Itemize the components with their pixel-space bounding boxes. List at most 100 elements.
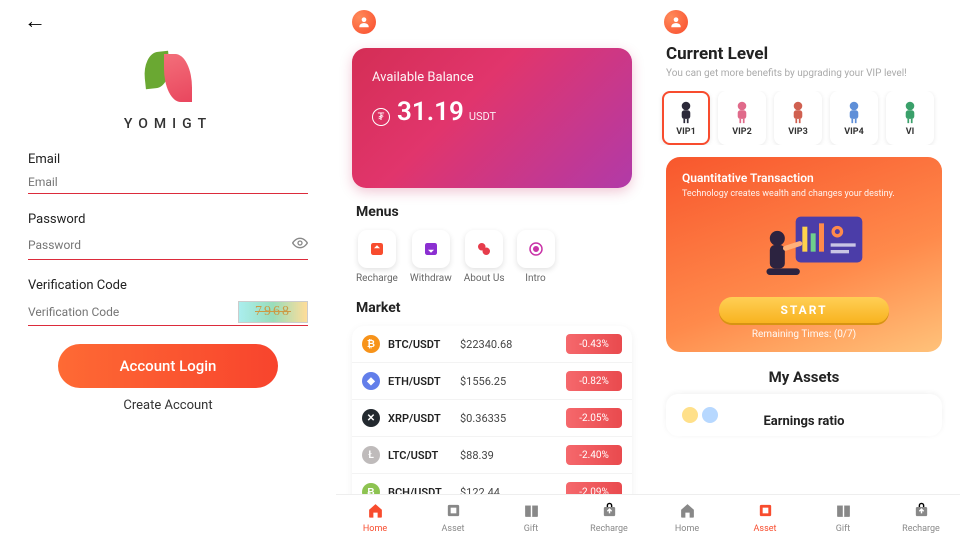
market-heading: Market [356,300,628,316]
vip-label: VIP3 [788,127,807,137]
vip-card-4[interactable]: VIP4 [830,91,878,145]
create-account-link[interactable]: Create Account [28,398,308,413]
nav-recharge[interactable]: Recharge [882,495,960,540]
code-label: Verification Code [28,278,308,293]
market-row-eth[interactable]: ◆ ETH/USDT$1556.25-0.82% [352,363,632,400]
market-pair: ETH/USDT [388,375,460,388]
screen-asset: Current Level You can get more benefits … [648,0,960,540]
nav-asset[interactable]: Asset [414,495,492,540]
email-label: Email [28,152,308,167]
about-us-icon [465,230,503,268]
logo-block: YOMIGT [0,50,336,132]
asset-icon [757,502,774,523]
market-change: -0.43% [566,334,622,354]
vip-card-2[interactable]: VIP2 [718,91,766,145]
start-button[interactable]: START [719,297,889,323]
menus-heading: Menus [356,204,628,220]
nav-label: Home [675,524,699,534]
password-input[interactable] [28,238,292,252]
nav-label: Recharge [902,524,940,534]
home-icon [367,502,384,523]
nav-home[interactable]: Home [648,495,726,540]
balance-amount: 31.19 [397,97,464,127]
robot-icon [899,100,921,124]
robot-icon [843,100,865,124]
password-label: Password [28,212,308,227]
gift-icon [523,502,540,523]
nav-gift[interactable]: Gift [804,495,882,540]
robot-icon [675,100,697,124]
market-change: -2.40% [566,445,622,465]
vip-label: VIP1 [676,127,695,137]
market-row-btc[interactable]: ₿BTC/USDT$22340.68-0.43% [352,326,632,363]
earnings-ratio-card[interactable]: Earnings ratio [666,394,942,436]
intro-icon [517,230,555,268]
market-pair: LTC/USDT [388,449,460,462]
menu-withdraw[interactable]: Withdraw [410,230,452,284]
market-price: $0.36335 [460,412,566,425]
balance-card: Available Balance ₮ 31.19 USDT [352,48,632,188]
brand-name: YOMIGT [124,116,212,132]
nav-label: Asset [754,524,777,534]
menu-label: Withdraw [410,273,452,284]
current-level-subtitle: You can get more benefits by upgrading y… [666,68,942,79]
vip-card-1[interactable]: VIP1 [662,91,710,145]
vip-label: VI [906,127,915,137]
login-button[interactable]: Account Login [58,344,278,388]
vip-label: VIP2 [732,127,751,137]
balance-unit: USDT [469,110,496,123]
quant-illustration-icon [682,207,926,293]
market-change: -0.82% [566,371,622,391]
nav-label: Home [363,524,387,534]
menu-about-us[interactable]: About Us [464,230,505,284]
market-price: $88.39 [460,449,566,462]
nav-asset[interactable]: Asset [726,495,804,540]
yomigt-logo-icon [142,50,194,108]
coin-icon: ₿ [362,335,380,353]
vip-card-3[interactable]: VIP3 [774,91,822,145]
market-pair: XRP/USDT [388,412,460,425]
nav-recharge[interactable]: Recharge [570,495,648,540]
email-input[interactable] [28,175,308,189]
vip-label: VIP4 [844,127,863,137]
asset-icon [445,502,462,523]
robot-icon [787,100,809,124]
profile-avatar-icon[interactable] [352,10,376,34]
market-price: $22340.68 [460,338,566,351]
market-row-xrp[interactable]: ✕XRP/USDT$0.36335-2.05% [352,400,632,437]
recharge-icon [913,502,930,523]
nav-gift[interactable]: Gift [492,495,570,540]
captcha-image[interactable]: 7968 [238,301,308,323]
menu-label: Recharge [356,273,398,284]
earnings-ratio-title: Earnings ratio [763,414,844,429]
menu-recharge[interactable]: Recharge [356,230,398,284]
recharge-icon [601,502,618,523]
withdraw-icon [412,230,450,268]
remaining-times: Remaining Times: (0/7) [682,329,926,340]
nav-home[interactable]: Home [336,495,414,540]
market-row-ltc[interactable]: Ł LTC/USDT$88.39-2.40% [352,437,632,474]
nav-label: Gift [524,524,538,534]
nav-label: Gift [836,524,850,534]
recharge-icon [358,230,396,268]
tether-icon: ₮ [372,108,390,126]
profile-avatar-icon[interactable] [664,10,688,34]
quant-title: Quantitative Transaction [682,171,926,185]
menu-intro[interactable]: Intro [517,230,555,284]
menu-label: Intro [525,273,546,284]
gift-icon [835,502,852,523]
current-level-title: Current Level [666,44,942,64]
coin-icon: Ł [362,446,380,464]
screen-home: Available Balance ₮ 31.19 USDT Menus Rec… [336,0,648,540]
nav-label: Asset [442,524,465,534]
market-price: $1556.25 [460,375,566,388]
screen-login: ← YOMIGT Email Password [0,0,336,540]
coin-icon: ◆ [362,372,380,390]
vip-card-5[interactable]: VI [886,91,934,145]
code-input[interactable] [28,305,238,319]
back-arrow-icon[interactable]: ← [24,8,336,34]
eye-icon[interactable] [292,235,308,255]
quant-subtitle: Technology creates wealth and changes yo… [682,189,926,199]
menu-label: About Us [464,273,505,284]
coin-icon: ✕ [362,409,380,427]
